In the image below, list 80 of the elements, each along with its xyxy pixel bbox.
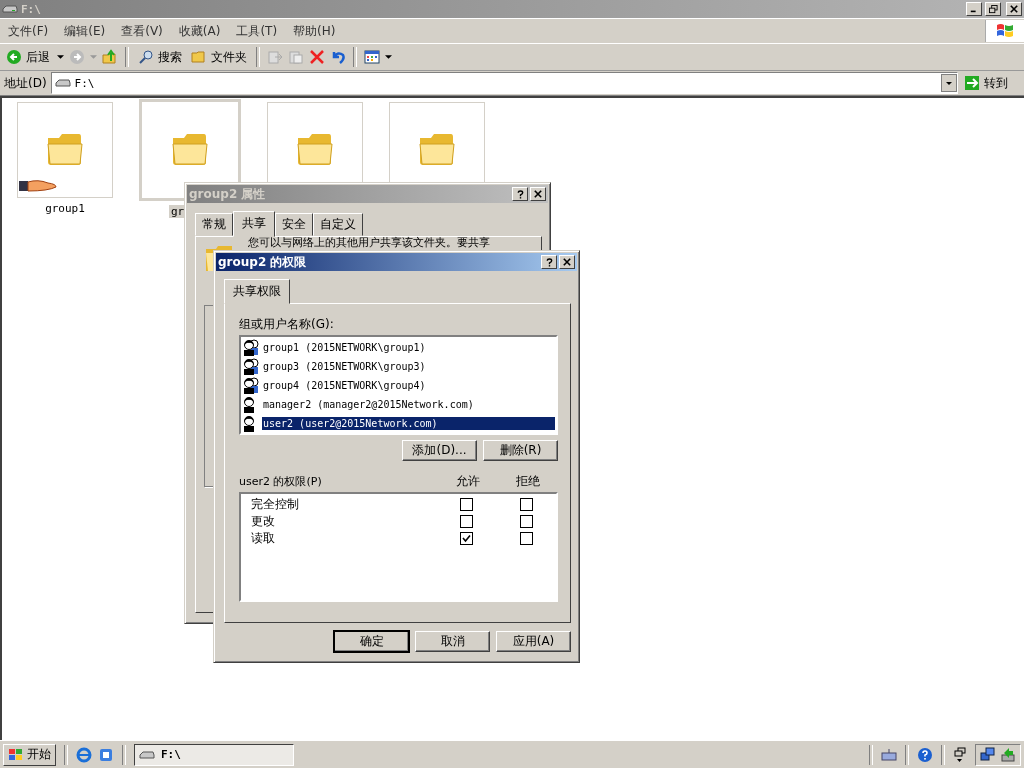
close-icon (534, 190, 542, 198)
window-title: F:\ (21, 2, 41, 16)
folder-icon (191, 49, 207, 65)
question-mark-icon (516, 189, 524, 199)
search-icon (138, 49, 154, 65)
folder-icon (170, 132, 210, 168)
user-item[interactable]: group4 (2015NETWORK\group4) (262, 379, 427, 392)
close-icon (563, 258, 571, 266)
dialog-title: group2 的权限 (218, 253, 307, 271)
flag-icon (8, 746, 24, 763)
share-description: 您可以与网络上的其他用户共享该文件夹。要共享 (248, 237, 490, 249)
views-icon[interactable] (364, 49, 380, 65)
column-header: 允许 (455, 473, 481, 490)
add-button[interactable]: 添加(D)... (402, 440, 477, 461)
address-field[interactable]: F:\ (50, 72, 958, 94)
tab[interactable]: 共享 (233, 211, 275, 237)
restore-icon[interactable] (953, 746, 969, 763)
close-icon (1010, 5, 1018, 13)
permission-name: 更改 (251, 513, 276, 530)
permissions-label: user2 的权限(P) (239, 474, 323, 489)
undo-icon[interactable] (330, 49, 346, 65)
search-button[interactable]: 搜索 (136, 47, 184, 67)
allow-checkbox[interactable] (459, 498, 473, 511)
menu-item[interactable]: 文件(F) (0, 22, 57, 40)
folder-tile[interactable] (17, 102, 113, 198)
network-icon[interactable] (980, 746, 996, 763)
allow-checkbox[interactable] (459, 532, 473, 545)
go-button[interactable]: 转到 (962, 73, 1020, 93)
back-button[interactable]: 后退 (4, 47, 52, 67)
address-label: 地址(D) (4, 74, 47, 92)
restore-button[interactable] (985, 2, 1001, 16)
group-icon (242, 357, 260, 376)
close-button[interactable] (1006, 2, 1022, 16)
user-item[interactable]: group1 (2015NETWORK\group1) (262, 341, 427, 354)
browser-icon[interactable] (76, 746, 92, 763)
user-item[interactable]: user2 (user2@2015Network.com) (262, 417, 555, 430)
close-button[interactable] (559, 255, 575, 269)
folder-icon (417, 132, 457, 168)
group-icon (242, 376, 260, 395)
question-mark-icon (545, 257, 553, 267)
folder-icon (295, 132, 335, 168)
menu-item[interactable]: 查看(V) (113, 22, 171, 40)
dialog-button[interactable]: 取消 (415, 631, 490, 652)
tab[interactable]: 安全 (275, 213, 313, 236)
folder-icon (45, 132, 85, 168)
user-item[interactable]: group3 (2015NETWORK\group3) (262, 360, 427, 373)
column-header: 拒绝 (515, 473, 541, 490)
folder-label: group1 (44, 202, 86, 215)
delete-icon[interactable] (309, 49, 325, 65)
menu-item[interactable]: 帮助(H) (285, 22, 344, 40)
folders-button[interactable]: 文件夹 (189, 47, 249, 67)
deny-checkbox[interactable] (519, 515, 533, 528)
menu-item[interactable]: 工具(T) (228, 22, 286, 40)
permission-name: 完全控制 (251, 496, 300, 513)
dropdown-button[interactable] (941, 74, 957, 92)
deny-checkbox[interactable] (519, 498, 533, 511)
dialog-title: group2 属性 (189, 185, 266, 203)
keyboard-icon[interactable] (881, 746, 897, 763)
menu-item[interactable]: 编辑(E) (56, 22, 114, 40)
dialog-button[interactable]: 应用(A) (496, 631, 571, 652)
users-label: 组或用户名称(G): (239, 316, 335, 333)
minimize-button[interactable] (966, 2, 982, 16)
deny-checkbox[interactable] (519, 532, 533, 545)
tab[interactable]: 自定义 (313, 213, 363, 236)
caret-icon[interactable] (57, 54, 64, 60)
help-icon[interactable] (917, 746, 933, 763)
user-item[interactable]: manager2 (manager2@2015Network.com) (262, 398, 475, 411)
menu-item[interactable]: 收藏(A) (170, 22, 229, 40)
caret-icon[interactable] (385, 54, 392, 60)
taskbar-button[interactable]: F:\ (134, 743, 294, 766)
dialog-button[interactable]: 确定 (334, 631, 409, 652)
remove-button[interactable]: 删除(R) (483, 440, 558, 461)
allow-checkbox[interactable] (459, 515, 473, 528)
help-button[interactable] (541, 255, 557, 269)
arrow-icon (964, 75, 980, 91)
permission-name: 读取 (251, 530, 276, 547)
start-button[interactable]: 开始 (3, 743, 56, 766)
restore-icon (988, 4, 998, 14)
group-icon (242, 338, 260, 357)
tab[interactable]: 共享权限 (224, 279, 290, 304)
